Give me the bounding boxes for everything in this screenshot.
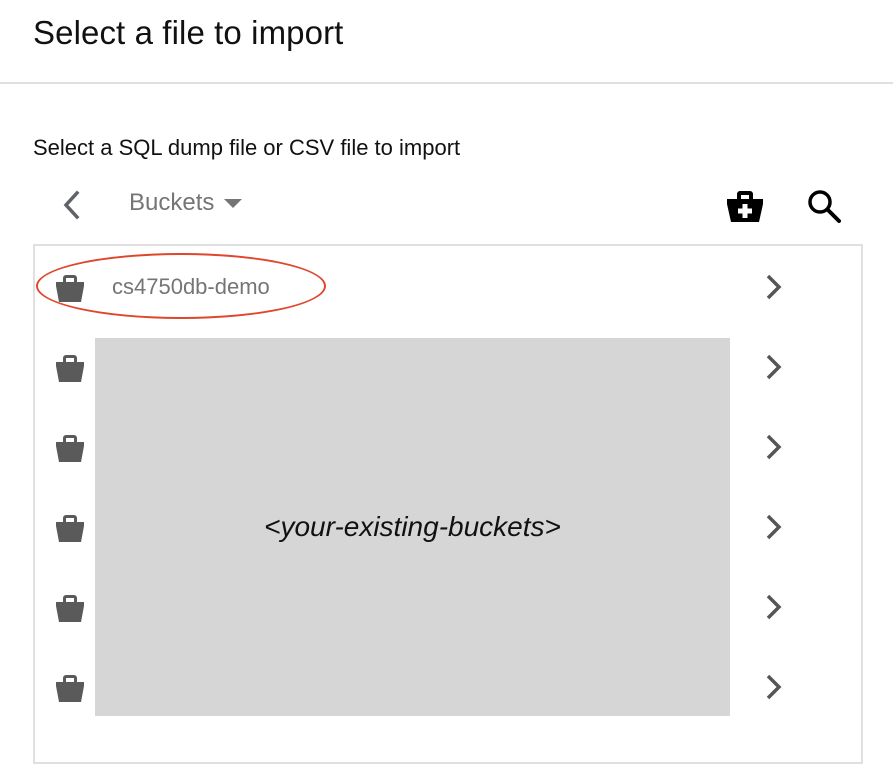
bucket-icon [56,515,84,542]
dialog-title: Select a file to import [33,14,344,51]
bucket-icon [56,595,84,622]
redacted-buckets-overlay: <your-existing-buckets> [95,338,730,716]
breadcrumb-dropdown[interactable]: Buckets [129,189,243,217]
chevron-right-icon [766,354,782,380]
breadcrumb-label: Buckets [129,189,215,216]
dialog-subtitle: Select a SQL dump file or CSV file to im… [33,135,461,160]
search-button[interactable] [802,185,846,227]
bucket-icon [56,355,84,382]
bucket-row[interactable]: cs4750db-demo [35,246,861,326]
bucket-icon [56,275,84,302]
bucket-icon [56,435,84,462]
chevron-right-icon [766,434,782,460]
back-button[interactable] [58,188,88,222]
bucket-name: cs4750db-demo [112,274,270,299]
caret-down-icon [224,198,243,208]
bucket-icon [56,675,84,702]
chevron-right-icon [766,594,782,620]
chevron-right-icon [766,514,782,540]
chevron-right-icon [766,674,782,700]
header-divider [0,82,893,84]
create-bucket-button[interactable] [724,185,766,227]
search-icon [808,190,841,223]
redacted-placeholder-text: <your-existing-buckets> [264,511,561,542]
add-bucket-icon [727,191,763,222]
chevron-left-icon [63,190,80,220]
chevron-right-icon [766,274,782,300]
